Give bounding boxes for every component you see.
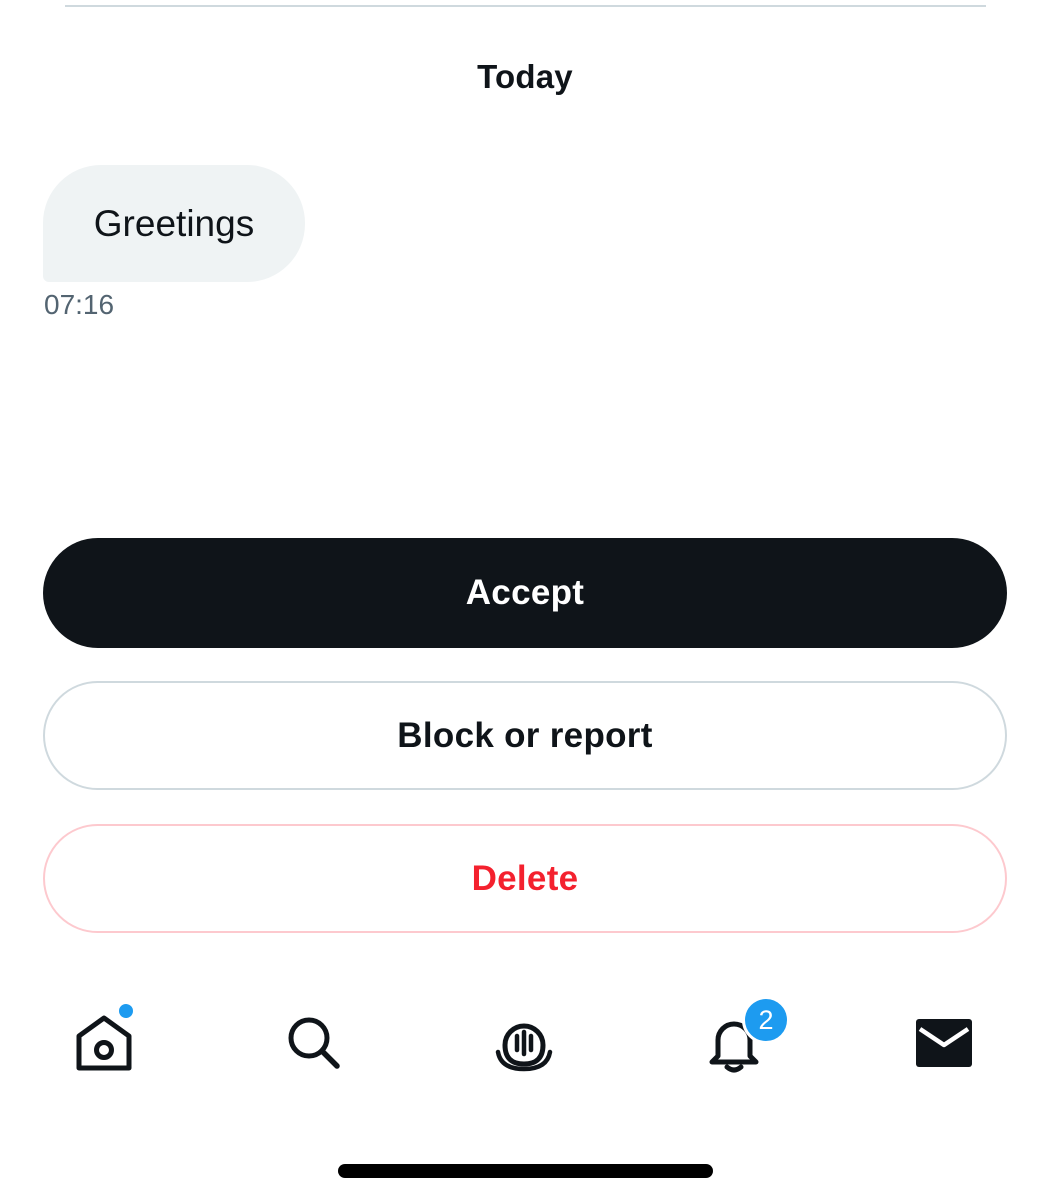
block-or-report-button[interactable]: Block or report [43,681,1007,790]
envelope-icon [915,1017,973,1069]
message-bubble[interactable]: Greetings [43,165,305,282]
tab-home[interactable] [59,995,149,1090]
notification-count-badge: 2 [742,996,790,1044]
top-divider [65,5,986,7]
date-header: Today [477,58,573,95]
dm-request-screen: Today Greetings 07:16 Accept Block or re… [0,0,1050,1200]
tab-spaces[interactable] [479,995,569,1090]
accept-button[interactable]: Accept [43,538,1007,648]
home-indicator[interactable] [338,1164,713,1178]
search-icon [284,1013,344,1073]
message-text: Greetings [93,202,255,244]
home-icon [73,1012,135,1074]
delete-button[interactable]: Delete [43,824,1007,933]
tab-messages[interactable] [899,995,989,1090]
message-timestamp: 07:16 [44,289,115,320]
home-unread-dot [117,1002,135,1020]
tab-search[interactable] [269,995,359,1090]
spaces-icon [493,1012,555,1074]
bottom-tab-bar [0,995,1050,1095]
